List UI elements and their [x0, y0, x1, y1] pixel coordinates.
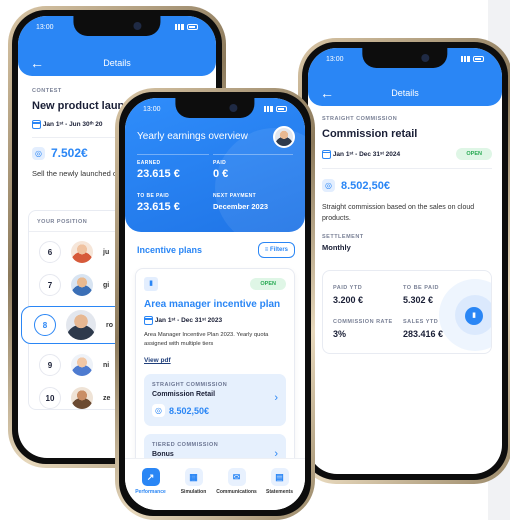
avatar — [71, 354, 93, 376]
rank-number: 9 — [39, 354, 61, 376]
back-arrow-icon[interactable]: ← — [30, 56, 44, 70]
paid-ytd-value: 3.200 € — [333, 295, 364, 305]
status-time: 13:00 — [143, 105, 161, 113]
sub-plan-commission-retail[interactable]: STRAIGHT COMMISSION Commission Retail ◎ 8… — [144, 374, 286, 426]
to-be-paid-label: TO BE PAID — [137, 193, 170, 199]
rank-name: ni — [103, 361, 110, 369]
status-time: 13:00 — [36, 23, 54, 31]
phone-commission-detail: 13:00 ← Details STRAIGHT COMMISSION Commi… — [298, 38, 510, 484]
settlement-value: Monthly — [322, 243, 351, 252]
commission-rate-label: COMMISSION RATE — [333, 319, 393, 325]
coin-icon: ◎ — [322, 179, 335, 192]
avatar — [66, 310, 96, 340]
tab-communications[interactable]: ✉ Communications — [216, 468, 257, 495]
commission-amount: 8.502,50€ — [341, 179, 390, 192]
commission-dates: Jan 1ˢᵗ - Dec 31ˢᵗ 2024 — [332, 150, 401, 158]
sub-plan-type: TIERED COMMISSION — [152, 442, 219, 448]
page-title: Details — [103, 58, 131, 68]
status-time: 13:00 — [326, 55, 344, 63]
earnings-title: Yearly earnings overview — [137, 131, 248, 142]
sub-plan-name: Bonus — [152, 451, 174, 458]
commission-description: Straight commission based on the sales o… — [322, 204, 475, 222]
bottom-tab-bar: ↗ Performance ▦ Simulation ✉ Communications… — [125, 458, 305, 510]
user-avatar[interactable] — [273, 126, 295, 148]
tab-label: Simulation — [180, 489, 207, 495]
plan-chart-icon: ▮ — [144, 277, 158, 291]
page-title: Details — [391, 88, 419, 98]
contest-dates: Jan 1ˢᵗ - Jun 30ᵗʰ 20 — [42, 121, 103, 129]
next-payment-value: December 2023 — [213, 202, 269, 211]
earned-value: 23.615 € — [137, 168, 180, 180]
tab-label: Performance — [135, 489, 166, 495]
paid-label: PAID — [213, 160, 227, 166]
avatar — [71, 387, 93, 409]
status-icons — [461, 56, 484, 62]
chevron-right-icon: › — [274, 392, 278, 404]
rank-number: 10 — [39, 387, 61, 409]
commission-rate-value: 3% — [333, 329, 347, 339]
filters-label: Filters — [269, 247, 288, 253]
rank-number: 7 — [39, 274, 61, 296]
rank-number: 6 — [39, 241, 61, 263]
status-icons — [175, 24, 198, 30]
rank-number: 8 — [34, 314, 56, 336]
view-pdf-link[interactable]: View pdf — [136, 349, 294, 364]
to-be-paid-value: 5.302 € — [403, 295, 434, 305]
item-type: STRAIGHT COMMISSION — [322, 116, 398, 122]
earned-label: EARNED — [137, 160, 161, 166]
plan-name: Area manager incentive plan — [144, 299, 281, 310]
status-badge: OPEN — [456, 148, 492, 160]
commission-name: Commission retail — [322, 128, 418, 140]
paid-ytd-label: PAID YTD — [333, 285, 363, 291]
phone-earnings-overview: 13:00 Yearly earnings overview EARNED 23… — [115, 88, 315, 520]
calendar-icon — [32, 120, 41, 129]
to-be-paid-label: TO BE PAID — [403, 285, 439, 291]
rank-name: ju — [103, 248, 110, 256]
status-icons — [264, 106, 287, 112]
calendar-icon — [144, 316, 153, 325]
sub-plan-type: STRAIGHT COMMISSION — [152, 382, 228, 388]
simulation-icon: ▦ — [184, 468, 203, 486]
rank-name: gi — [103, 281, 110, 289]
sales-ytd-value: 283.416 € — [403, 329, 444, 339]
rank-name: ze — [103, 394, 111, 402]
incentive-plans-title: Incentive plans — [137, 245, 203, 255]
tab-label: Statements — [266, 489, 293, 495]
tab-simulation[interactable]: ▦ Simulation — [174, 468, 214, 495]
calendar-icon — [322, 149, 331, 159]
sub-plan-name: Commission Retail — [152, 391, 216, 398]
stage: 13:00 ← Details CONTEST New product launc… — [0, 0, 510, 520]
coin-icon: ◎ — [152, 404, 165, 417]
back-arrow-icon[interactable]: ← — [320, 86, 334, 100]
filters-button[interactable]: ≡ Filters — [257, 242, 295, 258]
filter-icon: ≡ — [264, 247, 269, 253]
plan-dates: Jan 1ˢᵗ - Dec 31ˢᵗ 2023 — [154, 317, 223, 325]
stats-card: ▮ PAID YTD 3.200 € TO BE PAID 5.302 € CO… — [322, 270, 492, 354]
rank-name: ro — [106, 321, 113, 329]
chart-icon: ▮ — [465, 307, 483, 325]
status-badge: OPEN — [250, 278, 286, 290]
settlement-label: SETTLEMENT — [322, 234, 364, 240]
plan-description: Area Manager Incentive Plan 2023. Yearly… — [144, 332, 269, 347]
paid-value: 0 € — [213, 168, 229, 180]
tab-label: Communications — [216, 489, 257, 495]
contest-amount: 7.502€ — [51, 146, 88, 160]
avatar — [71, 241, 93, 263]
coin-icon: ◎ — [32, 146, 45, 160]
performance-icon: ↗ — [141, 468, 160, 486]
next-payment-label: NEXT PAYMENT — [213, 193, 257, 199]
mail-icon: ✉ — [227, 468, 246, 486]
to-be-paid-value: 23.615 € — [137, 201, 180, 213]
sales-ytd-label: SALES YTD — [403, 319, 439, 325]
statements-icon: ▤ — [270, 468, 289, 486]
tab-statements[interactable]: ▤ Statements — [260, 468, 300, 495]
tab-performance[interactable]: ↗ Performance — [131, 468, 171, 495]
avatar — [71, 274, 93, 296]
sub-plan-amount: 8.502,50€ — [169, 405, 210, 416]
